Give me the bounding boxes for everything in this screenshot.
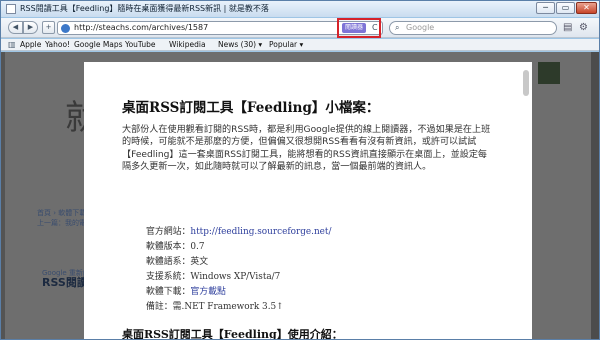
info-value: 需.NET Framework 3.5↑ [172, 302, 284, 312]
article-title: 桌面RSS訂閱工具【Feedling】小檔案： [122, 100, 380, 116]
bookmark-yahoo[interactable]: Yahoo! [45, 40, 70, 49]
search-placeholder: Google [406, 23, 435, 32]
info-label: 支援系統： [146, 272, 191, 282]
forward-button[interactable]: ▶ [23, 21, 38, 34]
bookmark-apple[interactable]: Apple [20, 40, 41, 49]
info-value: Windows XP/Vista/7 [190, 272, 281, 282]
article-intro-paragraph: 大部份人在使用觀看訂閱的RSS時，都是利用Google提供的線上閱讀器，不過如果… [122, 125, 491, 172]
info-label: 官方網站： [146, 227, 191, 237]
page-favicon-icon [6, 4, 16, 14]
bookmark-news-menu[interactable]: News (30) ▾ [218, 40, 262, 49]
overlay-scrollbar-thumb[interactable] [523, 70, 529, 96]
page-content: 就 首頁 › 軟體下載 上一篇：我的電腦 RSS閱讀工 Google 重新的 桌… [1, 52, 599, 339]
info-label: 軟體語系： [146, 257, 191, 267]
info-label: 備註： [146, 302, 173, 312]
info-language: 軟體語系：英文 [146, 254, 208, 267]
info-download: 軟體下載：官方載點 [146, 284, 226, 297]
address-bar[interactable]: http://steachs.com/archives/1587 閱讀器 C [57, 21, 383, 35]
bookmark-google-maps[interactable]: Google Maps [74, 40, 123, 49]
add-bookmark-button[interactable]: + [42, 21, 55, 34]
article-subtitle: 桌面RSS訂閱工具【Feedling】使用介紹： [122, 328, 343, 339]
bookmarks-bar: ▥ Apple Yahoo! Google Maps YouTube Wikip… [1, 39, 599, 51]
back-button[interactable]: ◀ [8, 21, 23, 34]
bookmark-popular-menu[interactable]: Popular ▾ [269, 40, 303, 49]
gear-icon[interactable]: ⚙ [579, 22, 588, 33]
bookmark-wikipedia[interactable]: Wikipedia [169, 40, 206, 49]
info-value: 0.7 [190, 242, 205, 252]
info-system: 支援系統：Windows XP/Vista/7 [146, 269, 280, 282]
download-link[interactable]: 官方載點 [190, 287, 226, 297]
minimize-button[interactable]: ─ [536, 2, 555, 14]
info-label: 軟體版本： [146, 242, 191, 252]
post-meta: Google 重新的 [42, 269, 90, 277]
close-button[interactable]: ✕ [576, 2, 597, 14]
info-version: 軟體版本：0.7 [146, 239, 205, 252]
page-scrollbar[interactable] [591, 52, 599, 339]
official-site-link[interactable]: http://feedling.sourceforge.net/ [190, 227, 331, 237]
navigation-toolbar: ◀ ▶ + http://steachs.com/archives/1587 閱… [1, 18, 599, 38]
info-value: 英文 [190, 257, 209, 267]
article-overlay: 桌面RSS訂閱工具【Feedling】小檔案： 大部份人在使用觀看訂閱的RSS時… [84, 62, 532, 339]
search-icon: ⌕ [395, 23, 400, 32]
info-official-site: 官方網站：http://feedling.sourceforge.net/ [146, 224, 331, 237]
rss-badge-highlight [337, 18, 381, 38]
window-title: RSS閱讀工具【Feedling】隨時在桌面獲得最新RSS新訊 | 就是教不落 [20, 4, 269, 13]
author-avatar [538, 62, 560, 84]
browser-window: RSS閱讀工具【Feedling】隨時在桌面獲得最新RSS新訊 | 就是教不落 … [0, 0, 600, 340]
breadcrumb[interactable]: 首頁 › 軟體下載 [37, 208, 86, 218]
info-label: 軟體下載： [146, 287, 191, 297]
site-globe-icon [61, 24, 70, 33]
page-menu-icon[interactable]: ▤ [563, 22, 572, 33]
bookmarks-icon[interactable]: ▥ [8, 40, 16, 49]
info-note: 備註：需.NET Framework 3.5↑ [146, 299, 284, 312]
url-text[interactable]: http://steachs.com/archives/1587 [74, 23, 208, 32]
title-bar: RSS閱讀工具【Feedling】隨時在桌面獲得最新RSS新訊 | 就是教不落 … [1, 1, 599, 17]
maximize-button[interactable]: ▭ [556, 2, 575, 14]
search-field[interactable]: ⌕ Google [389, 21, 557, 35]
bookmark-youtube[interactable]: YouTube [125, 40, 156, 49]
